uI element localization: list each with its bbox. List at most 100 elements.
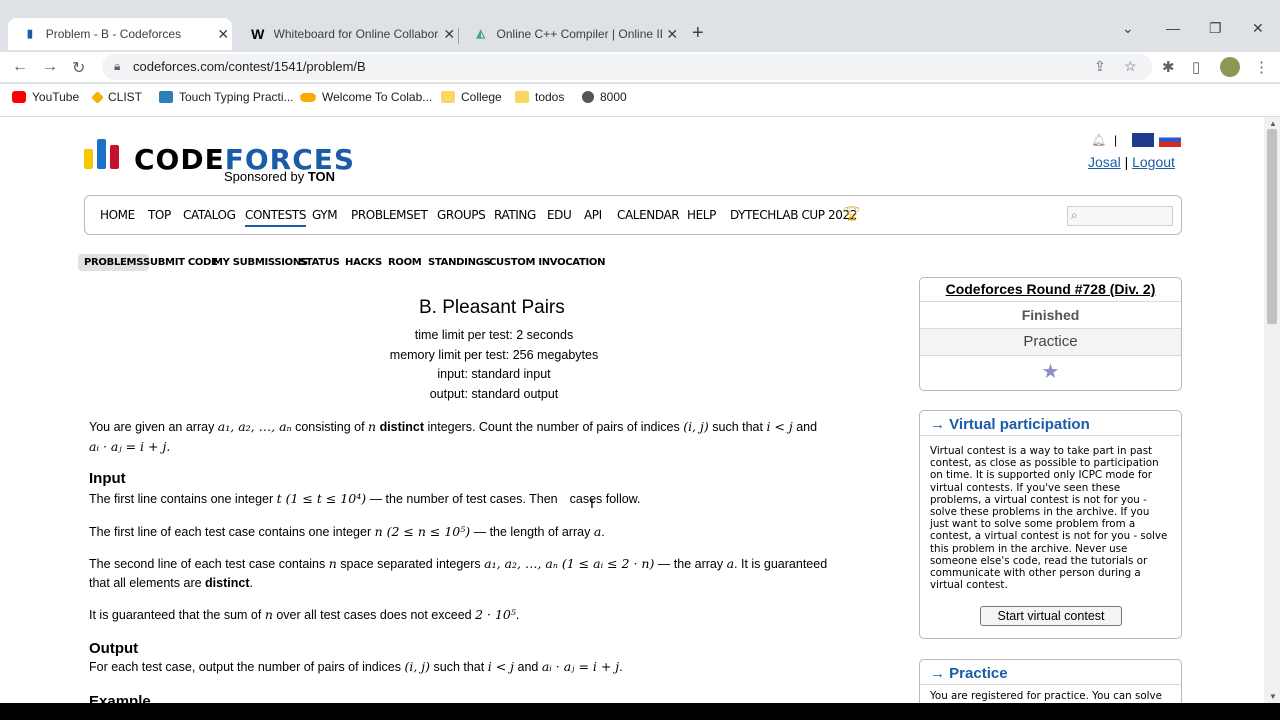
tab-search-chevron-icon[interactable]: ⌄ — [1122, 20, 1134, 37]
restore-icon[interactable]: ❐ — [1209, 20, 1222, 37]
submenu-standings[interactable]: STANDINGS — [428, 257, 491, 268]
scrollbar-thumb[interactable] — [1267, 129, 1277, 324]
round-title-link[interactable]: Codeforces Round #728 (Div. 2) — [946, 281, 1156, 297]
tab-compiler[interactable]: ◭ Online C++ Compiler | Online IDE ✕ — [459, 18, 681, 50]
sponsor-prefix: Sponsored by — [224, 169, 308, 184]
bookmark-college[interactable]: College — [441, 90, 502, 104]
tab-whiteboard[interactable]: W Whiteboard for Online Collabora ✕ — [236, 18, 458, 50]
submenu-my-submissions[interactable]: MY SUBMISSIONS — [213, 257, 308, 268]
bookmark-colab[interactable]: Welcome To Colab... — [300, 90, 432, 104]
input-bold: distinct — [205, 576, 250, 590]
screen-bottom-edge — [0, 703, 1280, 720]
folder-icon — [515, 91, 529, 103]
statement-paragraph: You are given an array a₁, a₂, …, aₙ con… — [89, 417, 889, 457]
math-n: n — [368, 419, 377, 434]
math-array-range: a₁, a₂, …, aₙ (1 ≤ aᵢ ≤ 2 · n) — [484, 556, 655, 571]
notification-bell-icon[interactable]: 🔔︎ — [1091, 133, 1106, 147]
vp-title: → Virtual participation — [930, 416, 1090, 433]
forward-icon[interactable]: → — [42, 58, 58, 76]
address-bar[interactable]: 🔒︎ codeforces.com/contest/1541/problem/B… — [102, 54, 1152, 80]
bookmark-typing[interactable]: Touch Typing Practi... — [159, 90, 294, 104]
menu-api[interactable]: API — [584, 208, 602, 222]
minimize-icon[interactable]: — — [1166, 20, 1180, 36]
menu-help[interactable]: HELP — [687, 208, 716, 222]
output-text: For each test case, output the number of… — [89, 660, 405, 674]
user-profile-link[interactable]: Josal — [1088, 154, 1121, 170]
submenu-status[interactable]: STATUS — [299, 257, 340, 268]
close-tab-icon[interactable]: ✕ — [664, 26, 681, 43]
round-box: Codeforces Round #728 (Div. 2) Finished … — [919, 277, 1182, 391]
input-text: . It is guaranteed — [734, 557, 828, 571]
math-condition: aᵢ · aⱼ = i + j — [541, 659, 620, 674]
menu-top[interactable]: TOP — [148, 208, 171, 222]
menu-home[interactable]: HOME — [100, 208, 135, 222]
submenu-custom-invocation[interactable]: CUSTOM INVOCATION — [489, 257, 605, 268]
input-paragraph-2: The first line of each test case contain… — [89, 524, 605, 539]
favourite-star-icon[interactable]: ★ — [920, 355, 1181, 390]
statement-text: You are given an array — [89, 420, 218, 434]
submenu-submit-code[interactable]: SUBMIT CODE — [143, 257, 218, 268]
sponsor-name: TON — [307, 169, 336, 184]
submenu-room[interactable]: ROOM — [388, 257, 422, 268]
math-ij: (i, j) — [683, 419, 709, 434]
menu-groups[interactable]: GROUPS — [437, 208, 486, 222]
menu-contests[interactable]: CONTESTS — [245, 208, 306, 227]
menu-gym[interactable]: GYM — [312, 208, 338, 222]
english-flag-icon[interactable] — [1132, 133, 1154, 147]
output-paragraph: For each test case, output the number of… — [89, 659, 623, 674]
input-spec: input: standard input — [437, 367, 551, 381]
side-panel-icon[interactable]: ▯ — [1192, 58, 1200, 76]
menu-calendar[interactable]: CALENDAR — [617, 208, 680, 222]
menu-problemset[interactable]: PROBLEMSET — [351, 208, 428, 222]
logo-code-text: CODE — [134, 143, 225, 176]
input-text: that all elements are — [89, 576, 206, 590]
colab-icon — [300, 92, 316, 102]
tab-title: Whiteboard for Online Collabora — [273, 27, 439, 41]
close-tab-icon[interactable]: ✕ — [441, 26, 458, 43]
math-a: a — [726, 556, 735, 571]
round-title-row: Codeforces Round #728 (Div. 2) — [920, 278, 1181, 301]
submenu-hacks[interactable]: HACKS — [345, 257, 382, 268]
menu-catalog[interactable]: CATALOG — [183, 208, 236, 222]
extensions-icon[interactable]: ✱ — [1162, 58, 1175, 76]
search-icon: ⌕ — [1071, 208, 1078, 222]
back-icon[interactable]: ← — [12, 58, 28, 76]
menu-rating[interactable]: RATING — [494, 208, 536, 222]
statement-bold: distinct — [376, 420, 425, 434]
input-header: Input — [89, 470, 126, 487]
share-icon[interactable]: ⇪ — [1094, 58, 1106, 75]
close-tab-icon[interactable]: ✕ — [214, 26, 232, 43]
memory-limit: memory limit per test: 256 megabytes — [389, 348, 599, 362]
menu-edu[interactable]: EDU — [547, 208, 572, 222]
close-window-icon[interactable]: ✕ — [1252, 20, 1264, 37]
profile-avatar[interactable] — [1220, 57, 1240, 77]
bookmark-youtube[interactable]: YouTube — [12, 90, 79, 104]
logo-bars-icon — [84, 137, 124, 169]
logout-link[interactable]: Logout — [1132, 154, 1175, 170]
output-text: and — [514, 660, 542, 674]
scroll-up-icon[interactable]: ▲ — [1269, 119, 1277, 128]
new-tab-icon[interactable]: + — [692, 22, 704, 45]
statement-text: integers. Count the number of pairs of i… — [424, 420, 684, 434]
menu-kebab-icon[interactable]: ⋮ — [1254, 58, 1269, 76]
tab-codeforces[interactable]: ▮ Problem - B - Codeforces ✕ — [8, 18, 232, 50]
page-scrollbar[interactable]: ▲ ▼ — [1264, 117, 1280, 703]
url-text[interactable]: codeforces.com/contest/1541/problem/B — [133, 59, 366, 74]
statement-text: such that — [708, 420, 767, 434]
start-virtual-contest-button[interactable]: Start virtual contest — [980, 606, 1122, 626]
russian-flag-icon[interactable] — [1159, 133, 1181, 147]
scroll-down-icon[interactable]: ▼ — [1269, 692, 1277, 701]
bookmark-8000[interactable]: 8000 — [582, 90, 627, 104]
submenu-problems[interactable]: PROBLEMS — [78, 254, 150, 271]
bookmark-clist[interactable]: CLIST — [91, 90, 142, 104]
example-header: Example — [89, 693, 151, 703]
main-menu: HOME TOP CATALOG CONTESTS GYM PROBLEMSET… — [84, 195, 1182, 235]
lock-icon[interactable]: 🔒︎ — [114, 59, 120, 74]
menu-dytechlab-cup[interactable]: DYTECHLAB CUP 2022 — [730, 208, 857, 222]
search-input[interactable]: ⌕ — [1067, 206, 1173, 226]
reload-icon[interactable]: ↻ — [72, 58, 85, 78]
math-ij: (i, j) — [404, 659, 431, 674]
bookmark-todos[interactable]: todos — [515, 90, 564, 104]
bookmark-star-icon[interactable]: ☆ — [1124, 58, 1137, 75]
input-text: The first line contains one integer — [89, 492, 277, 506]
